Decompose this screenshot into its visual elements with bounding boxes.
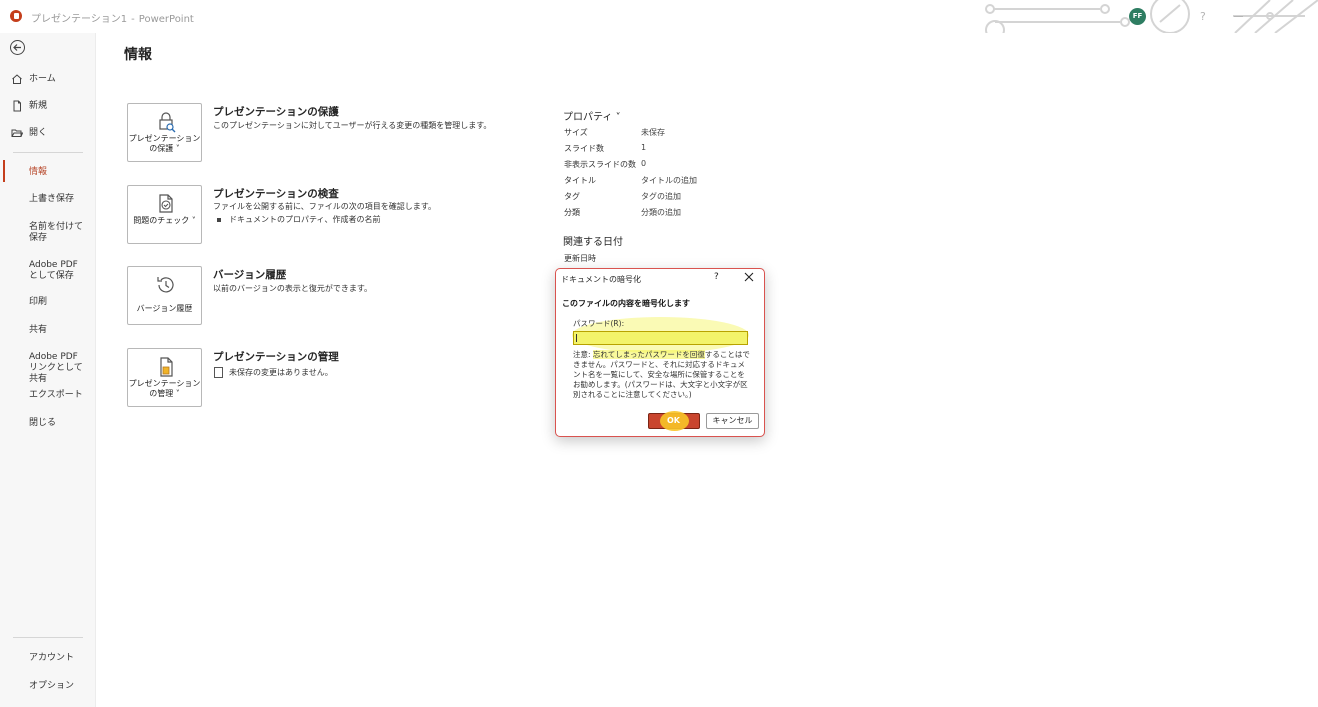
powerpoint-logo-icon <box>10 10 22 22</box>
title-separator: - <box>131 14 135 25</box>
home-icon <box>12 74 22 84</box>
sidebar-item-label: 開く <box>29 128 48 138</box>
open-folder-icon <box>11 129 23 137</box>
circuit-decoration-icon <box>985 0 1318 33</box>
document-icon <box>214 367 223 378</box>
lock-search-icon <box>159 112 176 133</box>
sidebar-item-label: 上書き保存 <box>29 194 75 204</box>
sidebar-item-label: 共有 <box>29 325 48 335</box>
property-label: スライド数 <box>564 144 604 153</box>
button-label: プレゼンテーションの保護 ˅ <box>128 134 201 153</box>
property-value: 未保存 <box>641 128 665 137</box>
property-label: 分類 <box>564 208 580 217</box>
property-value-category[interactable]: 分類の追加 <box>641 207 681 218</box>
window-title: プレゼンテーション1- PowerPoint <box>31 10 198 25</box>
check-for-issues-button[interactable]: 問題のチェック ˅ <box>127 185 202 244</box>
related-dates-heading: 関連する日付 <box>563 237 623 248</box>
sidebar-item-label: エクスポート <box>29 390 83 400</box>
sidebar-item-label: 新規 <box>29 101 48 111</box>
property-value: 0 <box>641 159 647 168</box>
title-bar: プレゼンテーション1- PowerPoint FF ? <box>0 0 1318 33</box>
button-label: プレゼンテーションの管理 ˅ <box>128 379 201 398</box>
sidebar-item-label: アカウント <box>29 653 75 663</box>
properties-heading[interactable]: プロパティ ˅ <box>563 108 621 123</box>
password-field[interactable] <box>573 331 748 345</box>
backstage-sidebar: ホーム 新規 開く 情報 上書き保存 名前を付けて保存 Adobe PDF とし… <box>0 33 96 707</box>
sidebar-item-label: オプション <box>29 681 75 691</box>
ok-button[interactable]: OK <box>648 411 700 431</box>
sidebar-item-label: 名前を付けて保存 <box>29 222 84 243</box>
dialog-note: 注意: 忘れてしまったパスワードを回復することはできません。パスワードと、それに… <box>573 350 751 400</box>
history-clock-icon <box>157 277 174 293</box>
help-icon[interactable]: ? <box>1200 10 1206 23</box>
sidebar-item-label: ホーム <box>29 74 56 84</box>
back-arrow-icon[interactable] <box>10 40 25 55</box>
note-highlighted-text: 忘れてしまったパスワードを回復 <box>592 350 705 359</box>
bullet-text: ドキュメントのプロパティ、作成者の名前 <box>229 215 381 224</box>
page-title: 情報 <box>124 47 152 63</box>
dialog-heading: このファイルの内容を暗号化します <box>562 299 690 308</box>
manage-status-row: 未保存の変更はありません。 <box>214 367 333 378</box>
cancel-button[interactable]: キャンセル <box>706 413 759 429</box>
version-history-button[interactable]: バージョン履歴 <box>127 266 202 325</box>
section-title: プレゼンテーションの管理 <box>213 351 339 363</box>
property-label: タイトル <box>564 176 596 185</box>
section-title: プレゼンテーションの検査 <box>213 188 339 200</box>
section-description: このプレゼンテーションに対してユーザーが行える変更の種類を管理します。 <box>213 121 492 130</box>
button-label: 問題のチェック ˅ <box>133 216 196 225</box>
manage-presentation-button[interactable]: プレゼンテーションの管理 ˅ <box>127 348 202 407</box>
property-label: サイズ <box>564 128 588 137</box>
sidebar-divider <box>13 637 83 638</box>
dialog-title: ドキュメントの暗号化 <box>561 275 641 284</box>
user-avatar[interactable]: FF <box>1129 8 1146 25</box>
section-description: 以前のバージョンの表示と復元ができます。 <box>213 284 373 293</box>
document-name: プレゼンテーション1 <box>31 14 128 25</box>
ok-button-label: OK <box>667 416 680 425</box>
manage-document-icon <box>160 357 173 377</box>
property-value-title[interactable]: タイトルの追加 <box>641 175 697 186</box>
sidebar-item-label: 情報 <box>29 167 48 177</box>
password-label: パスワード(R): <box>573 319 625 328</box>
sidebar-item-label: Adobe PDF リンクとして共有 <box>29 352 83 384</box>
protect-presentation-button[interactable]: プレゼンテーションの保護 ˅ <box>127 103 202 162</box>
button-label: バージョン履歴 <box>136 304 193 313</box>
section-title: バージョン履歴 <box>213 269 287 281</box>
property-label: タグ <box>564 192 580 201</box>
sidebar-item-label: 閉じる <box>29 418 57 428</box>
date-label: 更新日時 <box>564 254 596 263</box>
text-caret <box>576 334 577 342</box>
close-icon[interactable] <box>743 271 755 283</box>
document-check-icon <box>159 194 173 213</box>
sidebar-item-label: Adobe PDF として保存 <box>29 260 78 281</box>
property-value-tags[interactable]: タグの追加 <box>641 191 681 202</box>
property-value: 1 <box>641 143 647 152</box>
encrypt-document-dialog: ドキュメントの暗号化 ? このファイルの内容を暗号化します パスワード(R): … <box>555 268 765 437</box>
section-description: 未保存の変更はありません。 <box>229 368 333 377</box>
minimize-button[interactable] <box>1234 16 1243 17</box>
note-prefix: 注意: <box>573 350 593 359</box>
dialog-help-button[interactable]: ? <box>714 272 719 282</box>
section-bullet: ドキュメントのプロパティ、作成者の名前 <box>217 214 381 225</box>
section-description: ファイルを公開する前に、ファイルの次の項目を確認します。 <box>213 202 436 211</box>
app-name: PowerPoint <box>138 14 194 25</box>
active-indicator <box>3 160 5 182</box>
new-document-icon <box>13 100 21 112</box>
property-label: 非表示スライドの数 <box>564 160 636 169</box>
sidebar-item-label: 印刷 <box>29 297 48 307</box>
sidebar-divider <box>13 152 83 153</box>
section-title: プレゼンテーションの保護 <box>213 106 339 118</box>
